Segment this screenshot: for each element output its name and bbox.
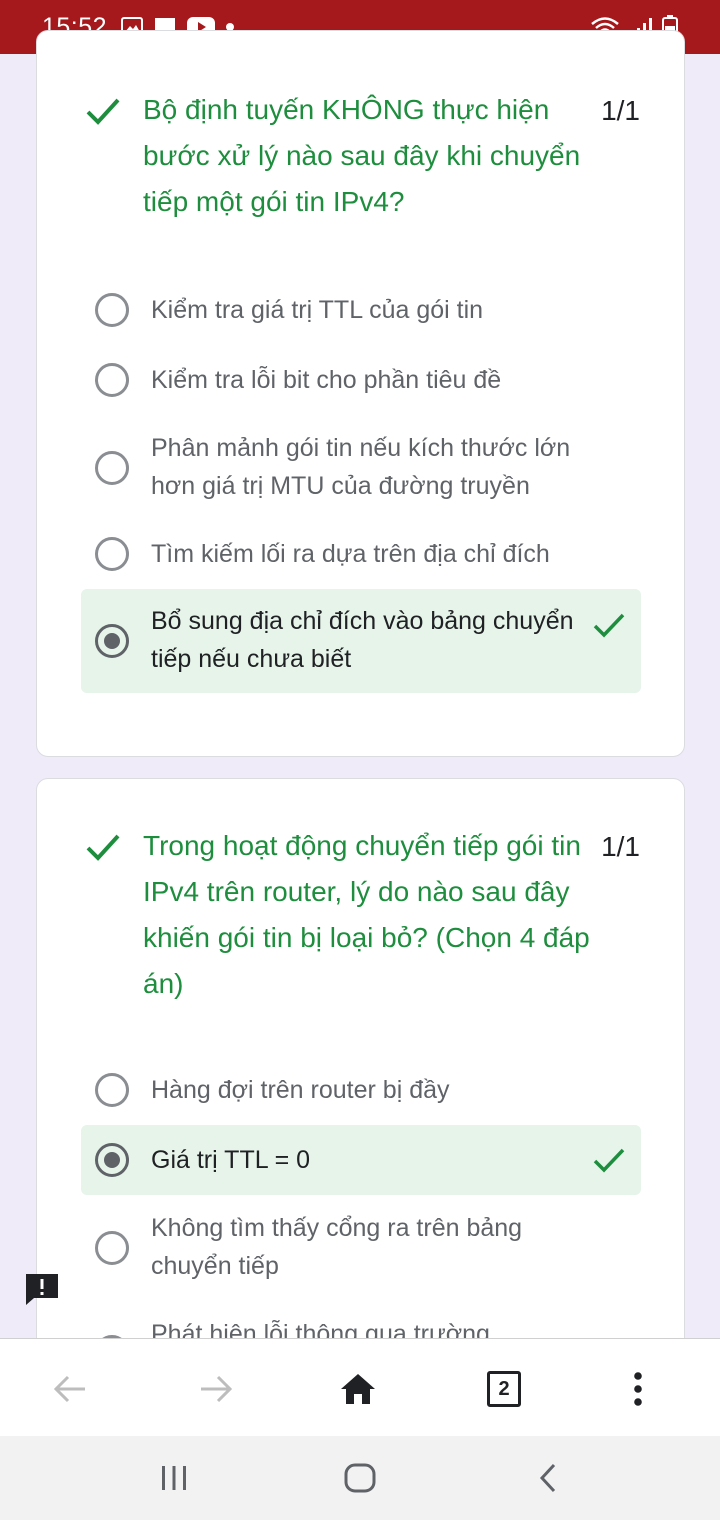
back-button-icon[interactable]	[528, 1458, 568, 1498]
option-label: Hàng đợi trên router bị đầy	[151, 1076, 450, 1104]
option-radio[interactable]: Kiểm tra giá trị TTL của gói tin	[81, 275, 641, 345]
checkbox[interactable]	[95, 1231, 129, 1265]
correct-check-icon	[591, 1142, 627, 1178]
tab-count: 2	[487, 1371, 521, 1407]
browser-toolbar: 2	[0, 1338, 720, 1436]
question-score: 1/1	[601, 95, 640, 126]
option-label: Kiểm tra giá trị TTL của gói tin	[151, 296, 484, 324]
option-label: Tìm kiếm lối ra dựa trên địa chỉ đích	[151, 540, 550, 568]
correct-check-icon	[83, 827, 123, 867]
question-title: Trong hoạt động chuyển tiếp gói tin IPv4…	[143, 830, 590, 999]
question-title: Bộ định tuyến KHÔNG thực hiện bước xử lý…	[143, 94, 581, 217]
radio-button-selected[interactable]	[95, 624, 129, 658]
radio-button[interactable]	[95, 293, 129, 327]
radio-button[interactable]	[95, 451, 129, 485]
radio-button[interactable]	[95, 363, 129, 397]
home-icon[interactable]	[336, 1367, 380, 1411]
tabs-icon[interactable]: 2	[482, 1367, 526, 1411]
checkbox-selected[interactable]	[95, 1143, 129, 1177]
recent-apps-icon[interactable]	[154, 1458, 194, 1498]
option-label: Kiểm tra lỗi bit cho phần tiêu đề	[151, 366, 502, 394]
option-radio-selected[interactable]: Bổ sung địa chỉ đích vào bảng chuyển tiế…	[81, 589, 641, 693]
option-checkbox[interactable]: Hàng đợi trên router bị đầy	[81, 1055, 641, 1125]
question-score: 1/1	[601, 831, 640, 862]
question-card-2: Trong hoạt động chuyển tiếp gói tin IPv4…	[36, 778, 685, 1378]
option-checkbox-selected[interactable]: Giá trị TTL = 0	[81, 1125, 641, 1195]
option-radio[interactable]: Phân mảnh gói tin nếu kích thước lớn hơn…	[81, 415, 641, 521]
checkbox[interactable]	[95, 1073, 129, 1107]
option-label: Phân mảnh gói tin nếu kích thước lớn hơn…	[151, 434, 571, 500]
option-checkbox[interactable]: Không tìm thấy cổng ra trên bảng chuyển …	[81, 1195, 641, 1301]
question-card-1: Bộ định tuyến KHÔNG thực hiện bước xử lý…	[36, 30, 685, 757]
system-navigation-bar	[0, 1436, 720, 1520]
more-vert-icon[interactable]	[616, 1367, 660, 1411]
forward-arrow-icon[interactable]	[194, 1367, 238, 1411]
correct-check-icon	[591, 607, 627, 643]
option-label: Giá trị TTL = 0	[151, 1146, 311, 1174]
home-button-icon[interactable]	[340, 1458, 380, 1498]
option-radio[interactable]: Kiểm tra lỗi bit cho phần tiêu đề	[81, 345, 641, 415]
option-label: Bổ sung địa chỉ đích vào bảng chuyển tiế…	[151, 607, 574, 673]
back-arrow-icon[interactable]	[48, 1367, 92, 1411]
option-label: Không tìm thấy cổng ra trên bảng chuyển …	[151, 1214, 523, 1280]
correct-check-icon	[83, 91, 123, 131]
option-radio[interactable]: Tìm kiếm lối ra dựa trên địa chỉ đích	[81, 519, 641, 589]
report-problem-icon[interactable]	[24, 1272, 60, 1306]
radio-button[interactable]	[95, 537, 129, 571]
